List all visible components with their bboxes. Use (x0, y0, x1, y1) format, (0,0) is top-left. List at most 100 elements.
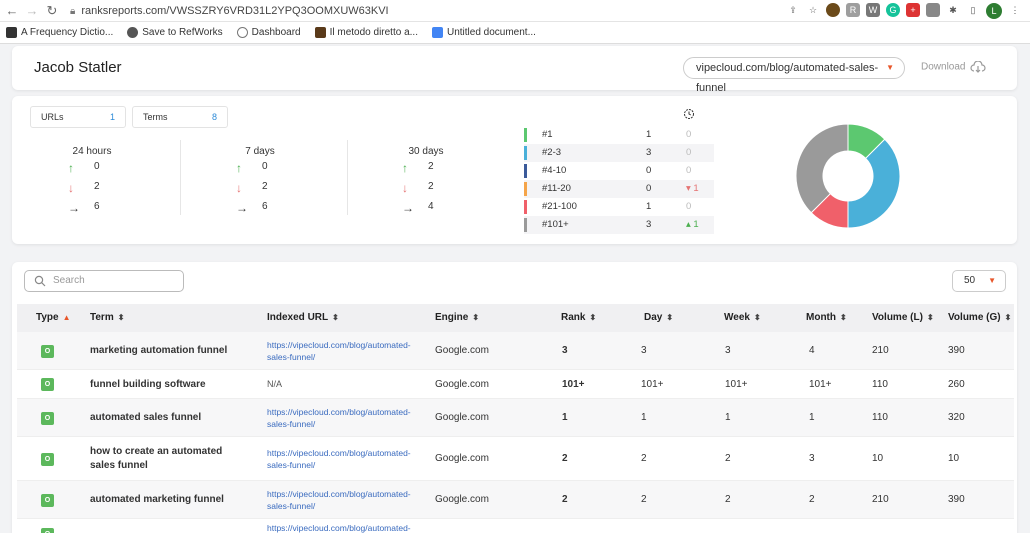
puzzle-icon[interactable]: ✱ (946, 3, 960, 17)
col-type[interactable]: Type ▲ (36, 304, 71, 332)
terms-count: 8 (211, 112, 217, 122)
sort-icon: ⬍ (666, 313, 674, 322)
extension-icon[interactable]: W (866, 3, 880, 17)
back-icon[interactable]: ← (4, 3, 20, 19)
cloud-download-icon (970, 61, 986, 73)
profile-avatar[interactable]: L (986, 3, 1002, 19)
volume-global-value: 260 (948, 378, 965, 390)
url-select[interactable]: vipecloud.com/blog/automated-sales-funne… (683, 57, 905, 94)
book-icon (6, 27, 17, 38)
col-week[interactable]: Week ⬍ (724, 304, 761, 332)
arrow-up-icon: ↑ (236, 161, 242, 175)
arrow-up-icon: ↑ (402, 161, 408, 175)
sort-icon: ⬍ (472, 313, 480, 322)
indexed-url-link[interactable]: https://vipecloud.com/blog/automated-sal… (267, 488, 427, 512)
week-rank-value: 3 (725, 345, 731, 356)
col-month[interactable]: Month ⬍ (806, 304, 847, 332)
unchanged-count: 6 (262, 201, 268, 212)
col-volume-g[interactable]: Volume (G) ⬍ (948, 304, 1011, 332)
organic-type-badge: O (41, 411, 54, 425)
share-icon[interactable]: ⇪ (786, 3, 800, 17)
bucket-count: 0 (646, 183, 652, 194)
terms-label: Terms (143, 112, 168, 122)
bookmark-item[interactable]: Dashboard (236, 27, 301, 38)
col-volume-l[interactable]: Volume (L) ⬍ (872, 304, 934, 332)
bucket-color-bar (524, 182, 527, 196)
search-icon (34, 275, 46, 287)
day-rank-value: 101+ (641, 378, 664, 390)
sidebar-icon[interactable]: ▯ (966, 3, 980, 17)
extension-icon[interactable]: R (846, 3, 860, 17)
urls-count: 1 (109, 112, 115, 122)
divider (347, 140, 348, 215)
extension-icon[interactable] (926, 3, 940, 17)
rank-value: 1 (562, 412, 568, 423)
term-text: automated sales funnel (90, 412, 202, 423)
table-row[interactable]: Oautomated sales funnel https://vipecloud… (17, 399, 1014, 437)
rank-donut-chart (795, 123, 901, 229)
volume-local-value: 10 (872, 453, 884, 464)
bucket-label: #11-20 (542, 183, 571, 194)
down-count: 2 (94, 181, 100, 192)
bucket-color-bar (524, 218, 527, 232)
month-rank-value: 101+ (809, 378, 832, 390)
indexed-url-link[interactable]: https://vipecloud.com/blog/automated-sal… (267, 447, 427, 471)
table-row[interactable]: Omarketing automation funnel https://vipe… (17, 332, 1014, 370)
bucket-color-bar (524, 200, 527, 214)
bucket-label: #1 (542, 129, 553, 140)
engine-text: Google.com (435, 494, 489, 505)
terms-count-pill[interactable]: Terms 8 (132, 106, 228, 128)
table-row[interactable]: Ofunnel building software N/A Google.com 10… (17, 370, 1014, 399)
col-day[interactable]: Day ⬍ (644, 304, 673, 332)
bucket-change: 0 (686, 201, 692, 212)
url-select-value: vipecloud.com/blog/automated-sales-funne… (696, 62, 879, 94)
up-count: 0 (262, 161, 268, 172)
bookmark-item[interactable]: Untitled document... (431, 27, 536, 38)
col-rank[interactable]: Rank ⬍ (561, 304, 596, 332)
reload-icon[interactable]: ↻ (44, 3, 60, 19)
download-button[interactable]: Download (921, 61, 986, 73)
week-rank-value: 101+ (725, 378, 748, 390)
volume-global-value: 390 (948, 494, 965, 505)
week-rank-value: 2 (725, 494, 731, 505)
indexed-url-link[interactable]: https://vipecloud.com/blog/automated- (267, 522, 427, 533)
bucket-change: ▴ 1 (686, 219, 699, 230)
col-term[interactable]: Term ⬍ (90, 304, 124, 332)
history-icon[interactable] (683, 108, 695, 120)
period-7d: 7 days ↑ 0 ↓ 2 → 6 (200, 146, 320, 221)
address-bar[interactable]: 🔒︎ ranksreports.com/VWSSZRY6VRD31L2YPQ3OO… (70, 2, 810, 20)
table-header: Type ▲ Term ⬍ Indexed URL ⬍ Engine ⬍ Rank ⬍ D… (17, 304, 1014, 332)
table-row[interactable]: Ohow to create an automated sales funnel… (17, 437, 1014, 481)
bookmark-item[interactable]: Save to RefWorks (127, 27, 223, 38)
bookmark-item[interactable]: A Frequency Dictio... (6, 27, 113, 38)
grammarly-icon[interactable]: G (886, 3, 900, 17)
col-indexed-url[interactable]: Indexed URL ⬍ (267, 304, 339, 332)
star-icon[interactable]: ☆ (806, 3, 820, 17)
day-rank-value: 3 (641, 345, 647, 356)
extension-icon[interactable] (826, 3, 840, 17)
bucket-label: #2-3 (542, 147, 562, 158)
day-rank-value: 1 (641, 412, 647, 423)
search-input[interactable]: Search (24, 270, 184, 292)
indexed-url-link[interactable]: https://vipecloud.com/blog/automated-sal… (267, 406, 427, 430)
sort-icon: ⬍ (589, 313, 597, 322)
period-title: 24 hours (72, 146, 112, 157)
docs-icon (431, 27, 443, 38)
urls-count-pill[interactable]: URLs 1 (30, 106, 126, 128)
forward-icon[interactable]: → (24, 3, 40, 19)
up-count: 0 (94, 161, 100, 172)
table-row[interactable]: Oautomated marketing funnel https://vipec… (17, 481, 1014, 519)
organic-type-badge: O (41, 344, 54, 358)
extension-icon[interactable]: + (906, 3, 920, 17)
col-engine[interactable]: Engine ⬍ (435, 304, 479, 332)
table-row[interactable]: Ohttps://vipecloud.com/blog/automated- (17, 519, 1014, 533)
per-page-select[interactable]: 50 ▼ (952, 270, 1006, 292)
bookmark-item[interactable]: Il metodo diretto a... (314, 27, 418, 38)
term-text: how to create an automated sales funnel (90, 446, 223, 471)
period-title: 30 days (408, 146, 444, 157)
menu-icon[interactable]: ⋮ (1008, 3, 1022, 17)
indexed-url-link[interactable]: https://vipecloud.com/blog/automated-sal… (267, 339, 427, 363)
volume-global-value: 390 (948, 345, 965, 356)
rank-bucket-row: #2-3 3 0 (524, 144, 714, 162)
bucket-count: 0 (646, 165, 652, 176)
